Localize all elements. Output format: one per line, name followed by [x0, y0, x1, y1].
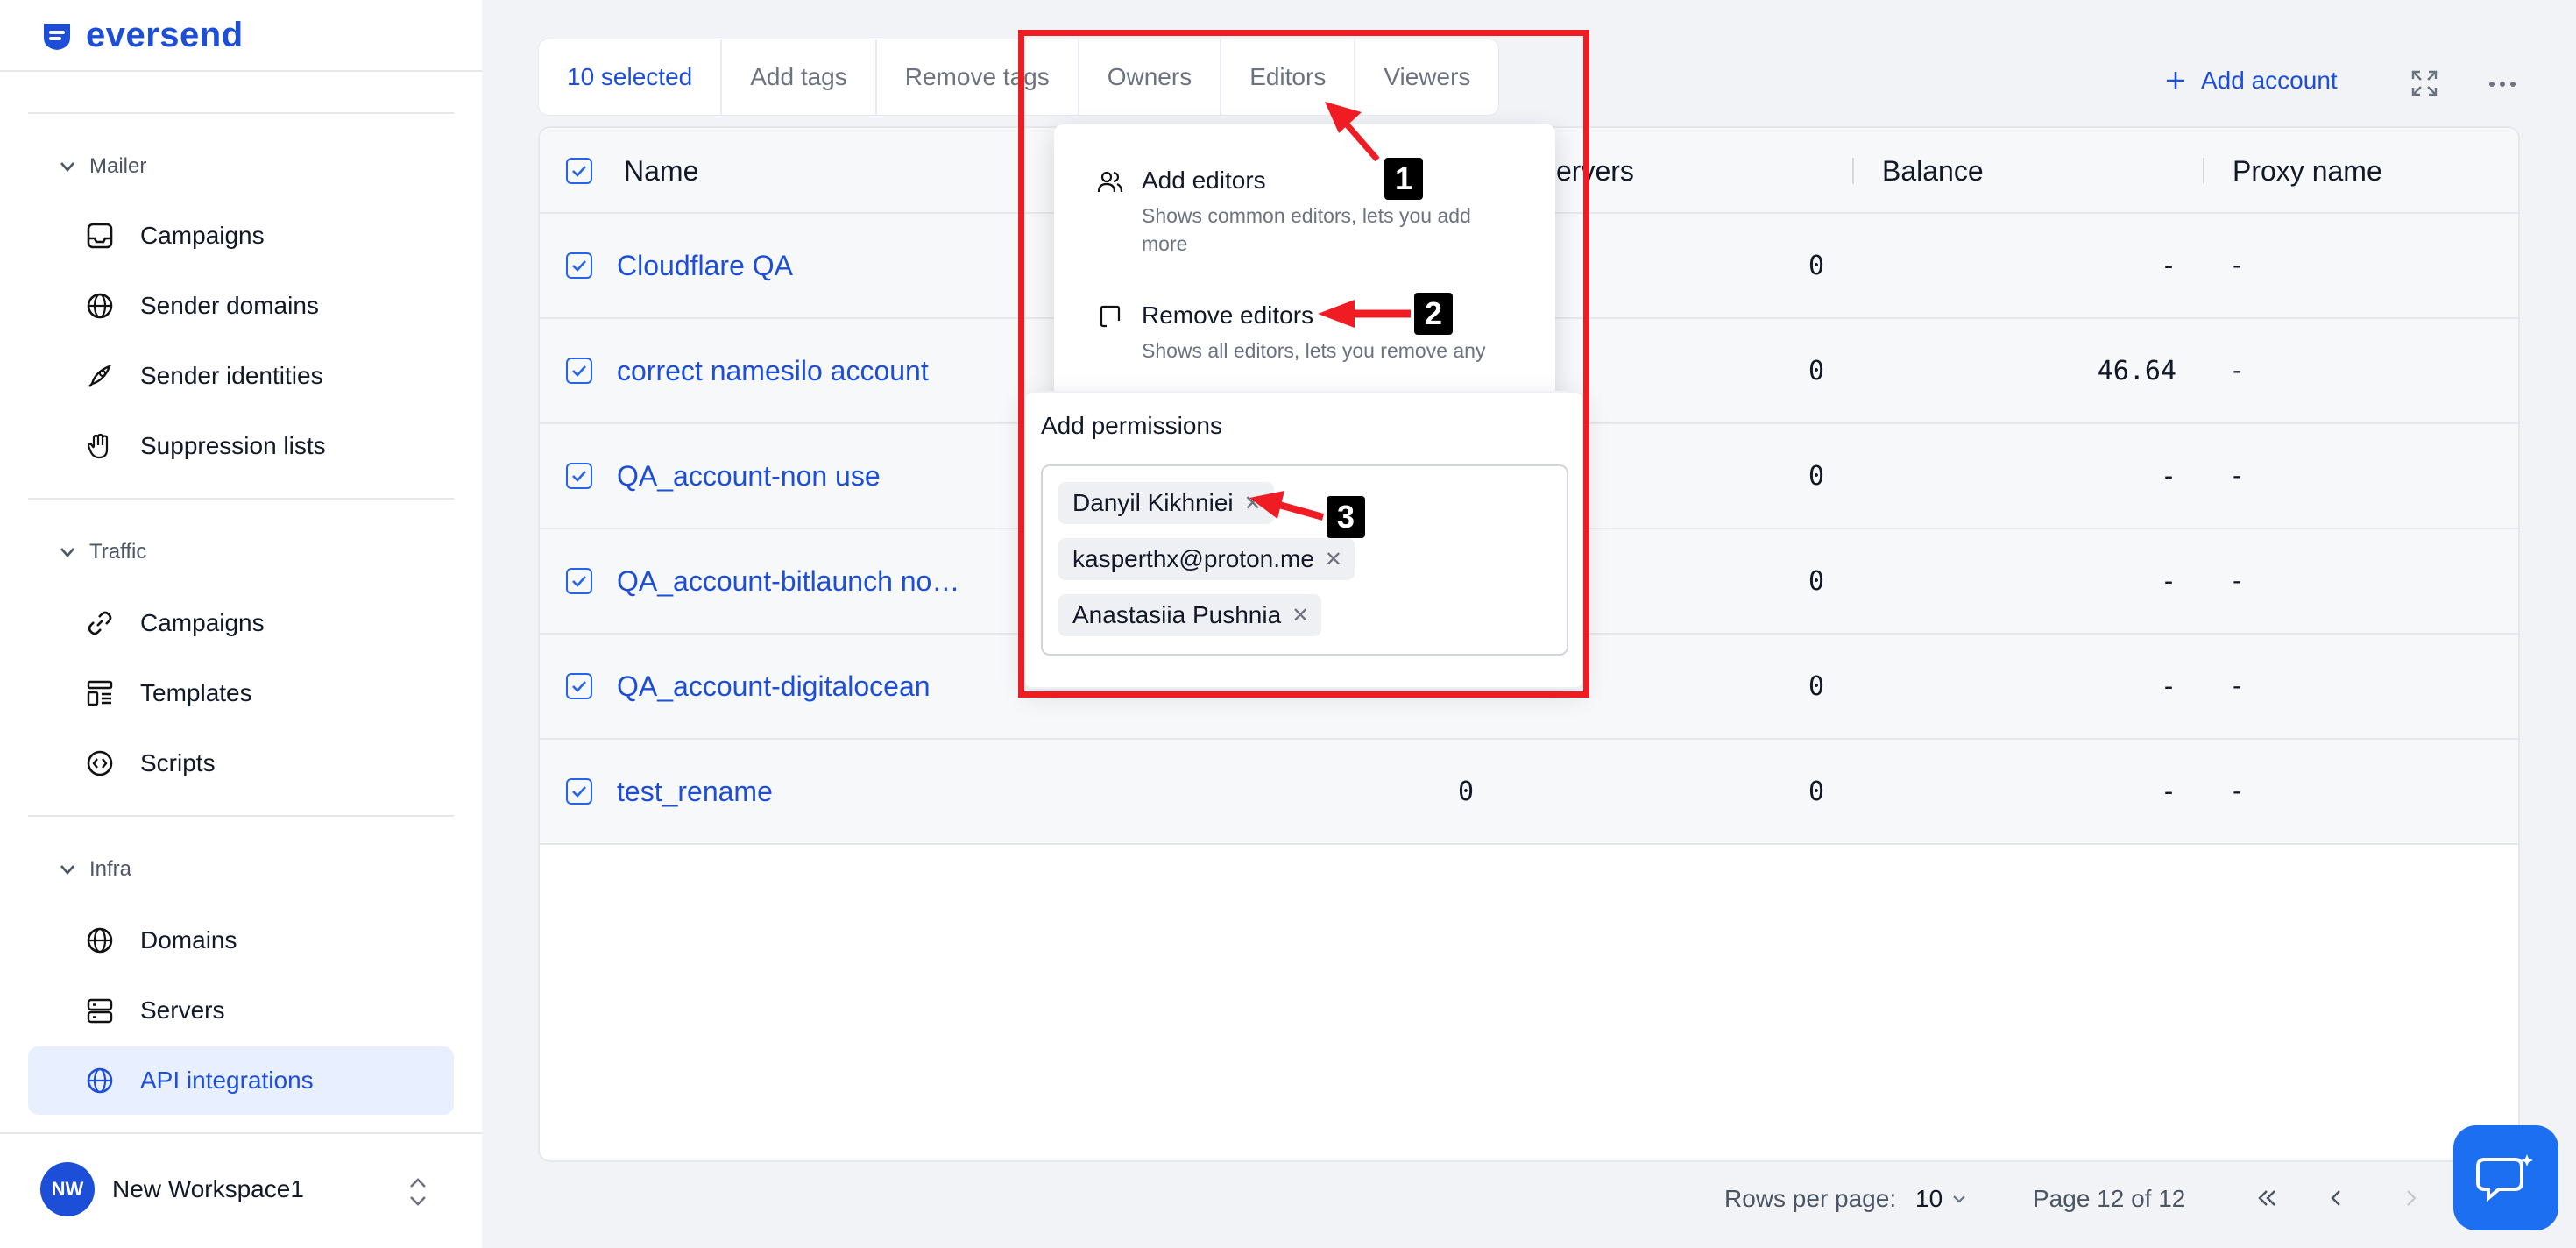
chat-bubbles-icon — [2476, 1154, 2533, 1202]
annotation-badge-2: 2 — [1414, 293, 1453, 335]
support-chat-button[interactable] — [2453, 1125, 2558, 1230]
annotation-badge-3: 3 — [1327, 496, 1365, 538]
annotation-arrows — [1249, 102, 1411, 521]
annotation-badge-1: 1 — [1384, 158, 1423, 200]
